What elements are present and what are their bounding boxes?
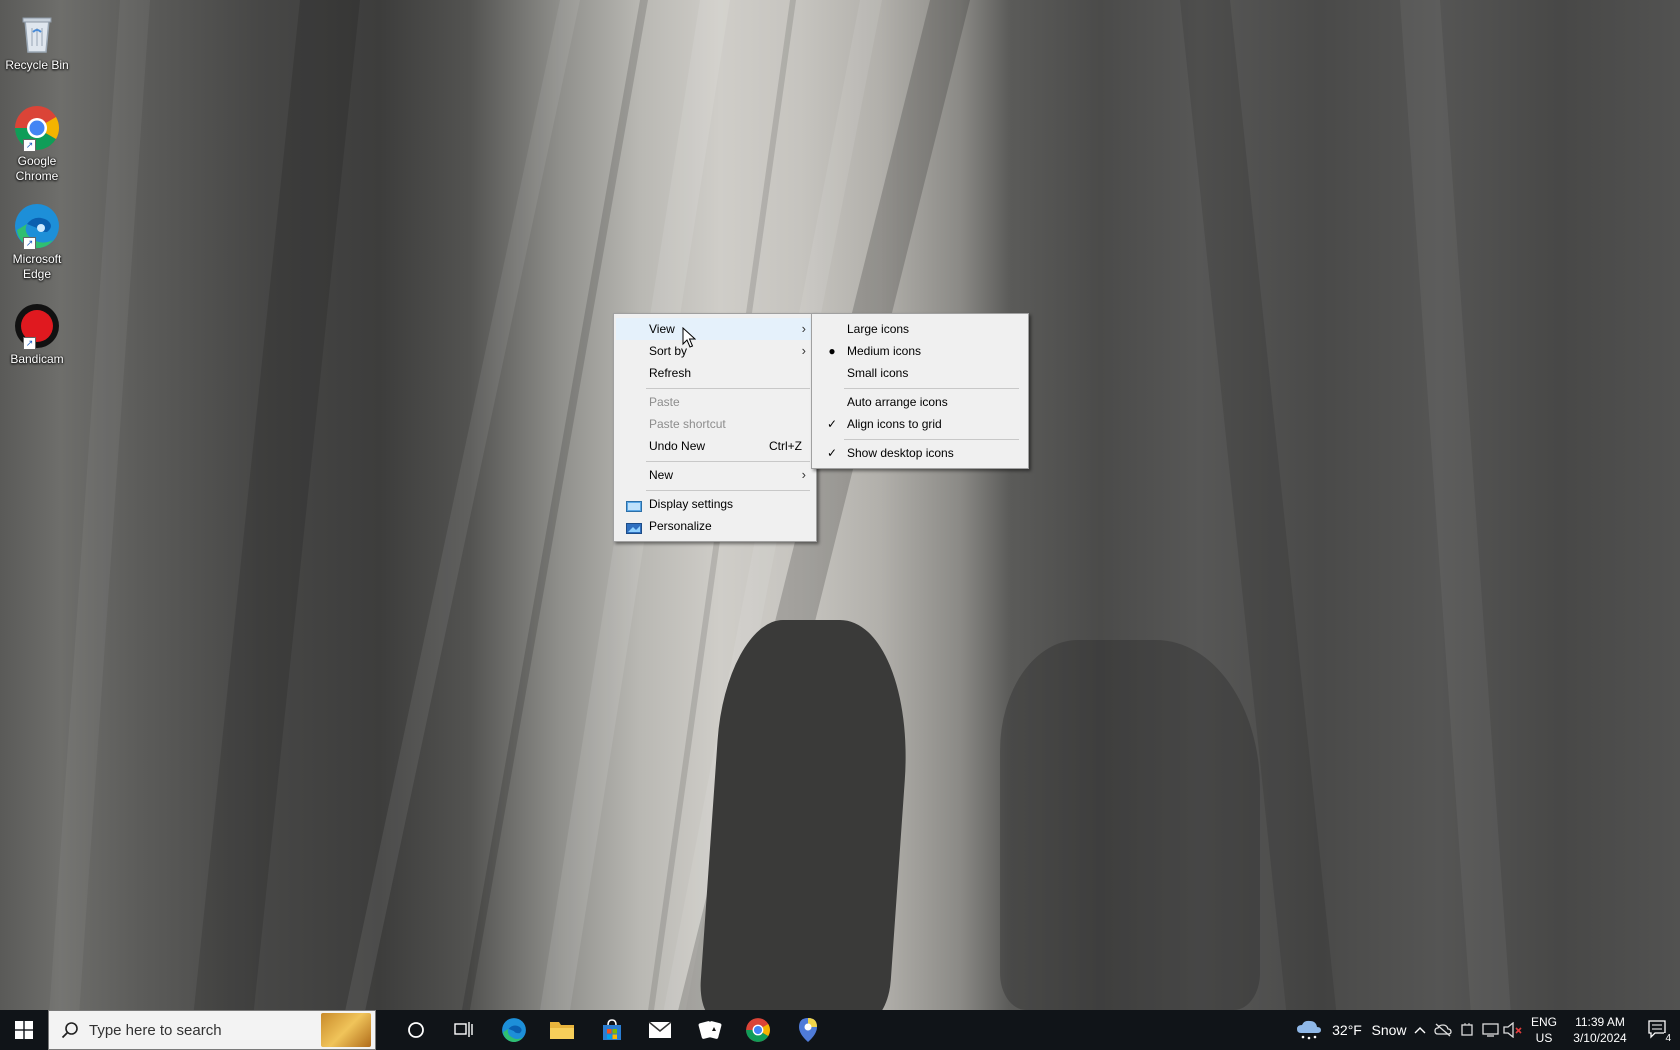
desktop-icon-label: Bandicam <box>10 352 64 366</box>
desktop-icon-label: Recycle Bin <box>5 58 69 72</box>
device-button[interactable] <box>1456 1010 1478 1050</box>
shortcut-arrow-icon: ↗ <box>23 237 36 250</box>
windows-logo-icon <box>15 1021 33 1039</box>
radio-bullet-icon: ● <box>828 344 836 358</box>
menu-item-new[interactable]: New › <box>616 464 814 486</box>
clock-time: 11:39 AM <box>1575 1015 1625 1029</box>
start-button[interactable] <box>0 1010 48 1050</box>
desktop-icon-microsoft-edge[interactable]: ↗ Microsoft Edge <box>2 202 72 282</box>
desktop-context-menu: View › Sort by › Refresh Paste Paste sho… <box>613 313 817 542</box>
menu-separator <box>646 490 810 491</box>
action-center-button[interactable]: 4 <box>1638 1010 1680 1050</box>
search-placeholder: Type here to search <box>89 1022 222 1039</box>
submenu-item-large-icons[interactable]: Large icons <box>814 318 1026 340</box>
menu-item-display-settings[interactable]: Display settings <box>616 493 814 515</box>
edge-icon <box>502 1018 526 1042</box>
submenu-item-small-icons[interactable]: Small icons <box>814 362 1026 384</box>
snow-cloud-icon <box>1297 1020 1321 1040</box>
taskbar-maps[interactable] <box>784 1010 832 1050</box>
solitaire-icon <box>698 1021 722 1039</box>
desktop-icon-bandicam[interactable]: ↗ Bandicam <box>2 302 72 367</box>
view-submenu: Large icons ● Medium icons Small icons A… <box>811 313 1029 469</box>
submenu-item-medium-icons[interactable]: ● Medium icons <box>814 340 1026 362</box>
chrome-icon: ↗ <box>13 104 61 152</box>
edge-icon: ↗ <box>13 202 61 250</box>
display-settings-icon <box>626 498 642 512</box>
desktop-icon-label: Google Chrome <box>15 154 59 183</box>
notification-count-badge: 4 <box>1664 1033 1672 1044</box>
weather-condition[interactable]: Snow <box>1368 1010 1410 1050</box>
cortana-icon <box>408 1022 424 1038</box>
chevron-right-icon: › <box>801 321 806 336</box>
checkmark-icon: ✓ <box>826 417 838 431</box>
network-icon <box>1482 1023 1499 1037</box>
onedrive-offline-icon <box>1434 1023 1452 1037</box>
submenu-item-align-to-grid[interactable]: ✓ Align icons to grid <box>814 413 1026 435</box>
taskbar-chrome[interactable] <box>734 1010 782 1050</box>
menu-separator <box>646 461 810 462</box>
shortcut-hint: Ctrl+Z <box>769 439 802 453</box>
search-highlight-image[interactable] <box>321 1013 371 1047</box>
menu-item-paste-shortcut[interactable]: Paste shortcut <box>616 413 814 435</box>
bandicam-icon: ↗ <box>13 302 61 350</box>
task-view-button[interactable] <box>440 1010 488 1050</box>
network-button[interactable] <box>1480 1010 1502 1050</box>
volume-button[interactable] <box>1502 1010 1524 1050</box>
maps-icon <box>799 1018 817 1042</box>
menu-item-sort-by[interactable]: Sort by › <box>616 340 814 362</box>
mail-icon <box>648 1021 672 1038</box>
menu-separator <box>844 388 1019 389</box>
chevron-up-icon <box>1414 1027 1426 1034</box>
weather-temperature[interactable]: 32°F <box>1326 1010 1368 1050</box>
taskbar-store[interactable] <box>588 1010 636 1050</box>
file-explorer-icon <box>550 1022 574 1039</box>
task-view-icon <box>454 1022 473 1037</box>
taskbar-mail[interactable] <box>636 1010 684 1050</box>
menu-separator <box>844 439 1019 440</box>
checkmark-icon: ✓ <box>826 446 838 460</box>
menu-separator <box>646 388 810 389</box>
desktop-icon-label: Microsoft Edge <box>12 252 62 281</box>
taskbar-solitaire[interactable] <box>686 1010 734 1050</box>
submenu-item-auto-arrange[interactable]: Auto arrange icons <box>814 391 1026 413</box>
menu-item-personalize[interactable]: Personalize <box>616 515 814 537</box>
desktop-icon-recycle-bin[interactable]: Recycle Bin <box>2 8 72 73</box>
clock-date: 3/10/2024 <box>1573 1031 1627 1045</box>
menu-item-undo-new[interactable]: Undo New Ctrl+Z <box>616 435 814 457</box>
chevron-right-icon: › <box>801 467 806 482</box>
desktop-icon-google-chrome[interactable]: ↗ Google Chrome <box>2 104 72 184</box>
submenu-item-show-desktop-icons[interactable]: ✓ Show desktop icons <box>814 442 1026 464</box>
shortcut-arrow-icon: ↗ <box>23 337 36 350</box>
taskbar-clock[interactable]: 11:39 AM 3/10/2024 <box>1562 1010 1638 1050</box>
chrome-icon <box>746 1018 770 1042</box>
search-icon <box>61 1021 79 1042</box>
menu-item-refresh[interactable]: Refresh <box>616 362 814 384</box>
chevron-right-icon: › <box>801 343 806 358</box>
show-hidden-icons-button[interactable] <box>1410 1010 1430 1050</box>
input-language-indicator[interactable]: ENG US <box>1528 1010 1560 1050</box>
desktop-wallpaper[interactable] <box>0 0 1680 1020</box>
weather-button[interactable] <box>1292 1010 1326 1050</box>
taskbar-file-explorer[interactable] <box>538 1010 586 1050</box>
menu-item-paste[interactable]: Paste <box>616 391 814 413</box>
shortcut-arrow-icon: ↗ <box>23 139 36 152</box>
cortana-button[interactable] <box>392 1010 440 1050</box>
personalize-icon <box>626 520 642 534</box>
taskbar-search-box[interactable]: Type here to search <box>48 1010 376 1050</box>
menu-item-view[interactable]: View › <box>616 318 814 340</box>
recycle-bin-icon <box>13 8 61 56</box>
taskbar-edge[interactable] <box>490 1010 538 1050</box>
volume-muted-icon <box>1503 1022 1522 1038</box>
onedrive-button[interactable] <box>1432 1010 1454 1050</box>
taskbar: Type here to search 32°F Snow ENG US 11:… <box>0 1010 1680 1050</box>
device-icon <box>1461 1023 1473 1036</box>
store-icon <box>603 1019 621 1040</box>
mouse-pointer-icon <box>682 326 697 352</box>
